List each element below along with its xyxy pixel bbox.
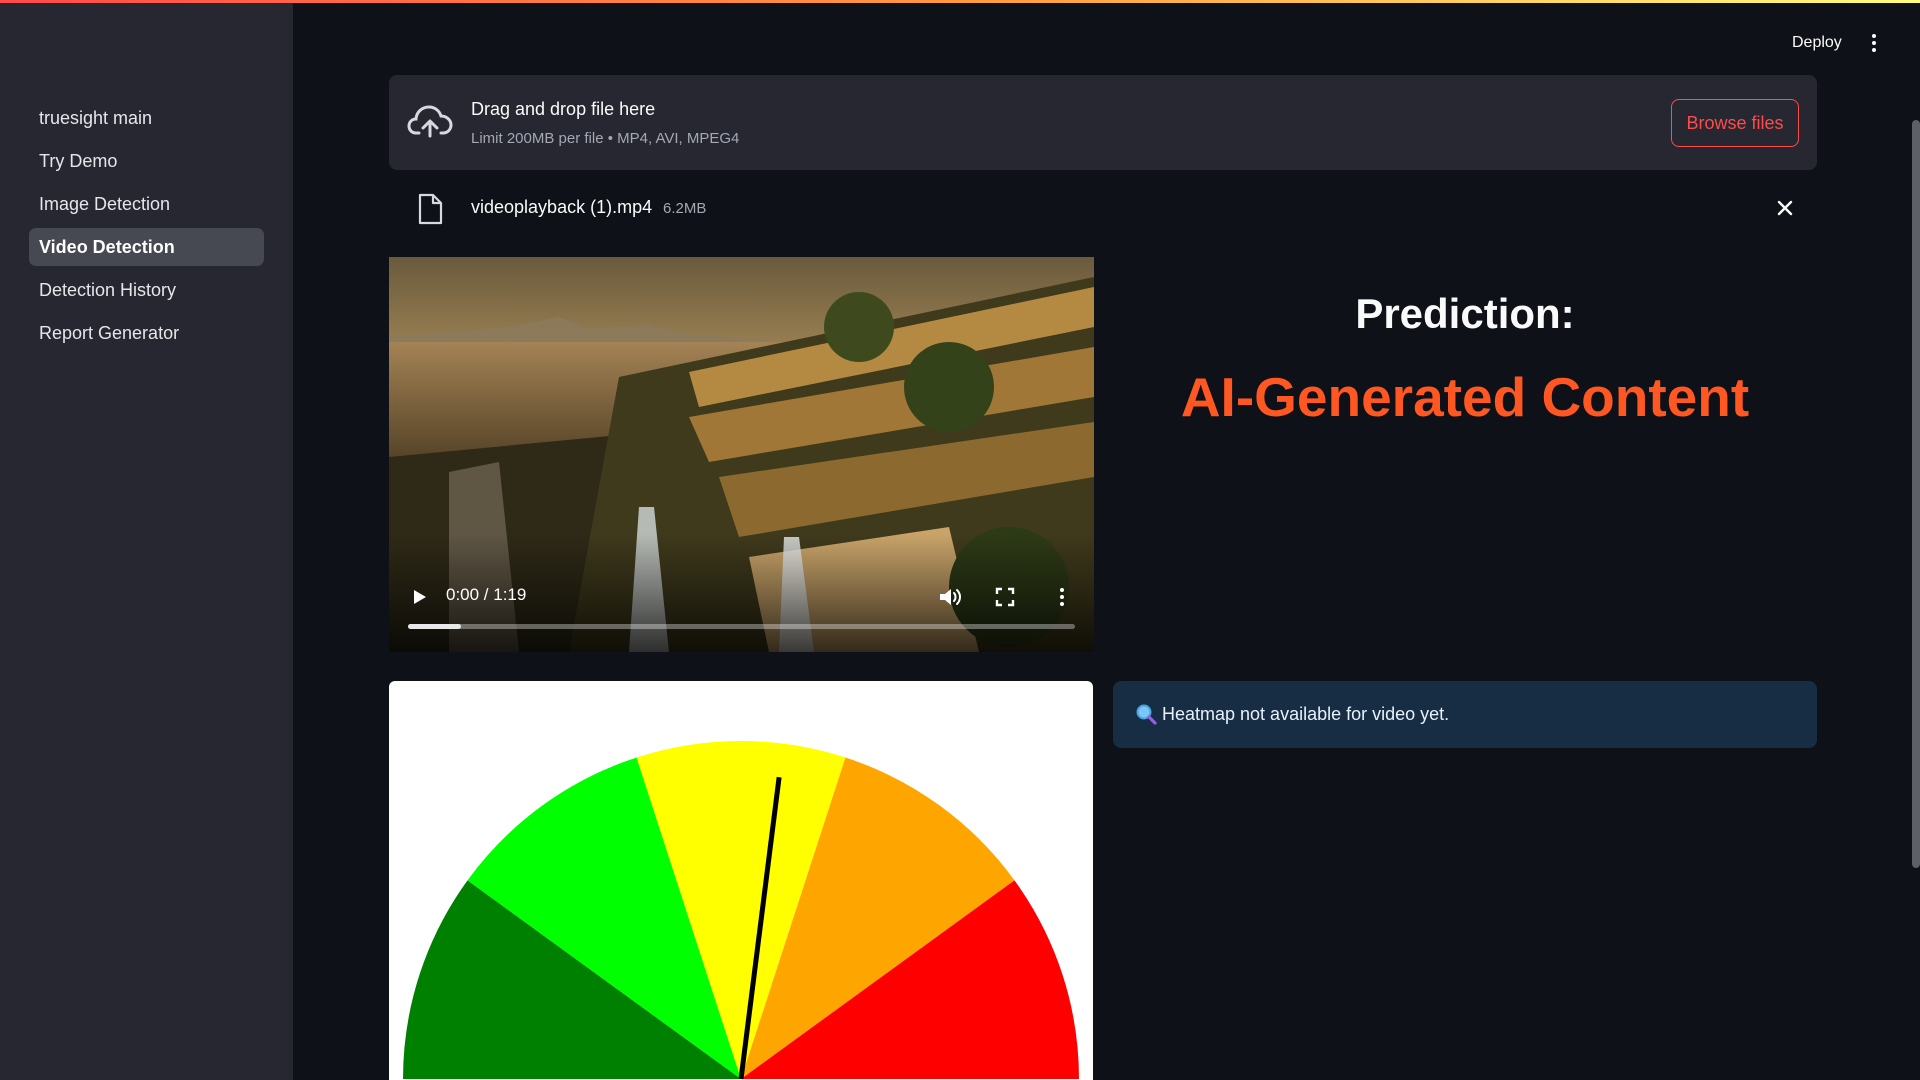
magnifier-icon [1136, 704, 1157, 725]
uploaded-file-name: videoplayback (1).mp4 [471, 197, 653, 217]
video-time-readout: 0:00 / 1:19 [446, 585, 527, 604]
video-player[interactable]: 0:00 / 1:19 [389, 257, 1094, 652]
info-text: Heatmap not available for video yet. [1162, 704, 1450, 724]
play-icon[interactable] [409, 587, 429, 607]
more-vertical-icon[interactable] [1866, 30, 1882, 56]
sidebar-item-truesight-main[interactable]: truesight main [29, 99, 264, 137]
gauge-svg [403, 741, 1079, 1080]
prediction-label: Prediction: [1355, 290, 1575, 337]
top-decoration-bar [0, 0, 1920, 3]
volume-icon[interactable] [937, 585, 963, 609]
uploader-title: Drag and drop file here [471, 99, 656, 119]
sidebar-item-video-detection[interactable]: Video Detection [29, 228, 264, 266]
file-icon [418, 193, 443, 225]
deploy-button[interactable]: Deploy [1780, 28, 1854, 58]
info-alert: Heatmap not available for video yet. [1113, 681, 1817, 748]
uploaded-file-size: 6.2MB [663, 200, 707, 217]
prediction-value: AI-Generated Content [1180, 366, 1750, 428]
sidebar: truesight main Try Demo Image Detection … [0, 0, 293, 1080]
sidebar-item-try-demo[interactable]: Try Demo [29, 142, 264, 180]
browse-files-button[interactable]: Browse files [1671, 99, 1799, 147]
sidebar-item-image-detection[interactable]: Image Detection [29, 185, 264, 223]
video-progress-fill [408, 624, 462, 629]
confidence-gauge [389, 681, 1093, 1080]
sidebar-item-report-generator[interactable]: Report Generator [29, 314, 264, 352]
file-uploader-dropzone[interactable]: Drag and drop file here Limit 200MB per … [389, 75, 1817, 170]
cloud-upload-icon [407, 105, 453, 138]
sidebar-nav: truesight main Try Demo Image Detection … [29, 99, 264, 357]
video-more-options-icon[interactable] [1059, 585, 1065, 609]
video-progress-bar[interactable] [408, 624, 1075, 629]
uploader-limit-text: Limit 200MB per file • MP4, AVI, MPEG4 [471, 130, 740, 147]
close-icon[interactable] [1775, 198, 1795, 218]
page-scrollbar[interactable] [1912, 120, 1920, 868]
fullscreen-icon[interactable] [995, 587, 1015, 607]
sidebar-item-detection-history[interactable]: Detection History [29, 271, 264, 309]
